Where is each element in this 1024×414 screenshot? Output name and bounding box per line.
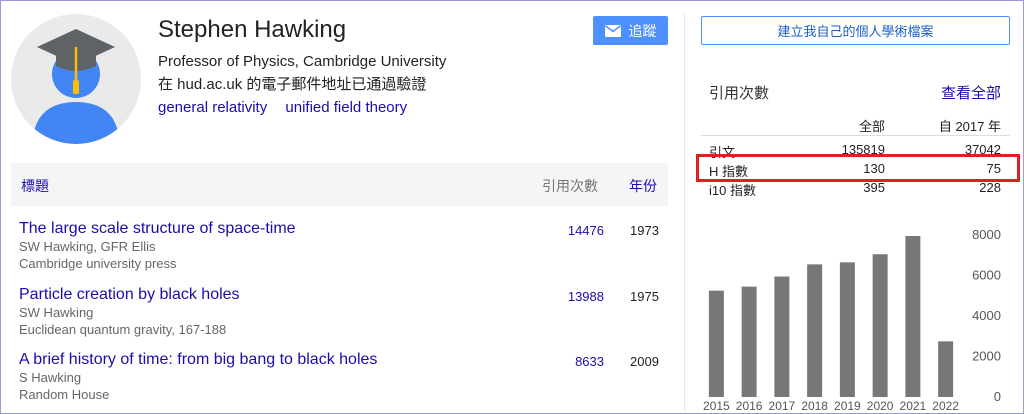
stats-value-all: 395	[863, 180, 885, 195]
stats-label: i10 指數	[709, 183, 756, 198]
x-tick-label: 2020	[867, 399, 894, 412]
stats-col-all: 全部	[858, 119, 885, 134]
citations-per-year-chart: 0 2000 4000 6000 8000 2015 2016 2017 2018 2019 202…	[703, 227, 1001, 412]
follow-button-label: 追蹤	[628, 22, 657, 39]
stats-value-since: 228	[979, 180, 1001, 195]
article-authors: SW Hawking, GFR Ellis	[19, 239, 156, 254]
y-tick-label: 2000	[972, 349, 1001, 364]
sort-by-title[interactable]: 標題	[21, 176, 49, 196]
x-tick-label: 2018	[801, 399, 828, 412]
article-year: 1975	[630, 289, 659, 304]
article-authors: S Hawking	[19, 370, 82, 385]
profile-name: Stephen Hawking	[158, 16, 347, 43]
stats-col-since: 自 2017 年	[938, 119, 1001, 134]
avatar	[11, 14, 141, 144]
article-year: 2009	[630, 354, 659, 369]
avatar-graduate-icon	[11, 14, 141, 144]
column-divider	[684, 14, 685, 412]
x-tick-label: 2019	[834, 399, 861, 412]
interest-link-general-relativity[interactable]: general relativity	[158, 99, 267, 116]
article-venue: Euclidean quantum gravity, 167-188	[19, 322, 227, 337]
x-tick-label: 2016	[736, 399, 763, 412]
article-authors: SW Hawking	[19, 305, 94, 320]
article-venue: Random House	[19, 387, 110, 402]
stats-header: 全部 自 2017 年	[701, 112, 1010, 136]
article-citation-count[interactable]: 14476	[568, 223, 604, 238]
table-row: A brief history of time: from big bang t…	[11, 351, 668, 413]
article-year: 1973	[630, 223, 659, 238]
interest-link-unified-field-theory[interactable]: unified field theory	[285, 99, 407, 116]
x-tick-label: 2017	[769, 399, 796, 412]
chart-bar-2020[interactable]	[872, 254, 888, 397]
view-all-link[interactable]: 查看全部	[941, 82, 1001, 103]
profile-affiliation: Professor of Physics, Cambridge Universi…	[158, 53, 447, 70]
article-venue: Cambridge university press	[19, 256, 177, 271]
chart-bar-2019[interactable]	[839, 262, 855, 397]
x-tick-label: 2015	[703, 399, 730, 412]
article-title-link[interactable]: Particle creation by black holes	[19, 286, 240, 304]
y-tick-label: 0	[994, 389, 1001, 404]
y-tick-label: 6000	[972, 268, 1001, 283]
sort-by-year[interactable]: 年份	[629, 176, 657, 196]
chart-bar-2016[interactable]	[741, 286, 757, 397]
x-tick-label: 2022	[932, 399, 959, 412]
article-title-link[interactable]: A brief history of time: from big bang t…	[19, 351, 377, 369]
y-tick-label: 8000	[972, 227, 1001, 242]
y-tick-label: 4000	[972, 308, 1001, 323]
article-title-link[interactable]: The large scale structure of space-time	[19, 220, 296, 238]
follow-button[interactable]: 追蹤	[593, 16, 668, 45]
chart-bar-2022[interactable]	[938, 341, 954, 397]
articles-table-header: 標題 引用次數 年份	[11, 163, 668, 206]
create-profile-button[interactable]: 建立我自己的個人學術檔案	[701, 16, 1010, 45]
mail-icon	[604, 24, 621, 37]
chart-bar-2015[interactable]	[708, 290, 724, 397]
chart-bar-2017[interactable]	[774, 276, 790, 397]
article-citation-count[interactable]: 13988	[568, 289, 604, 304]
cited-by-heading: 引用次數	[709, 85, 770, 102]
chart-bar-2021[interactable]	[905, 236, 921, 397]
profile-verified-email: 在 hud.ac.uk 的電子郵件地址已通過驗證	[158, 76, 427, 93]
h-index-highlight-box	[696, 154, 1020, 182]
table-row: Particle creation by black holes SW Hawk…	[11, 286, 668, 348]
table-row: The large scale structure of space-time …	[11, 220, 668, 282]
chart-bar-2018[interactable]	[807, 264, 823, 397]
sort-by-citations[interactable]: 引用次數	[542, 176, 598, 196]
research-interests: general relativity unified field theory	[158, 99, 421, 116]
article-citation-count[interactable]: 8633	[575, 354, 604, 369]
x-tick-label: 2021	[900, 399, 927, 412]
